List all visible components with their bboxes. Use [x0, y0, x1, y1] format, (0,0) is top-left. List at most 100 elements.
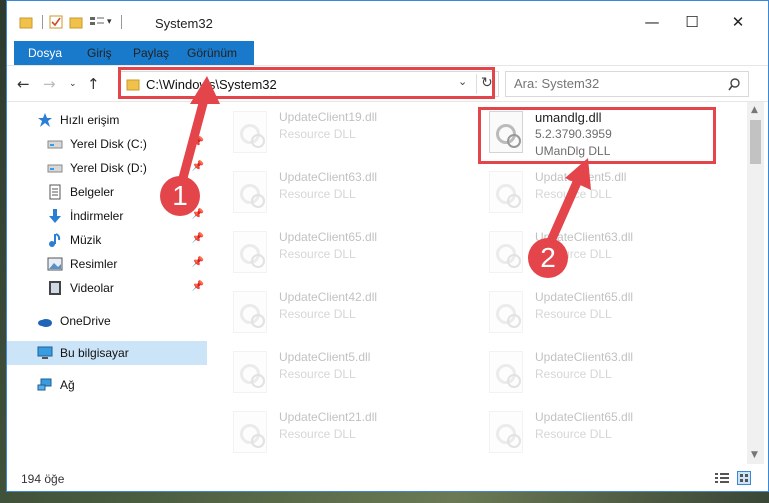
file-name: UpdateClient42.dll	[279, 290, 378, 304]
toolbar-divider	[114, 15, 122, 29]
sidebar-item-quick-access[interactable]: Hızlı erişim	[7, 108, 207, 132]
file-name: UpdateClient5.dll	[535, 170, 627, 184]
file-item[interactable]: UpdateClient63.dll Resource DLL	[483, 222, 723, 282]
star-icon	[38, 113, 52, 127]
sidebar-item-this-pc[interactable]: Bu bilgisayar	[7, 341, 207, 365]
file-item[interactable]: UpdateClient42.dll Resource DLL	[227, 282, 467, 342]
dll-file-icon	[233, 231, 267, 273]
sidebar-item-videos[interactable]: Videolar 📌	[7, 276, 207, 300]
file-name: UpdateClient5.dll	[279, 350, 371, 364]
sidebar-item-label: Müzik	[70, 233, 102, 247]
file-type: Resource DLL	[279, 127, 356, 141]
tab-home[interactable]: Giriş	[77, 41, 122, 65]
sidebar-item-label: Hızlı erişim	[60, 113, 120, 127]
properties-icon[interactable]	[49, 15, 63, 29]
up-icon[interactable]: ↑	[87, 75, 100, 93]
step-badge-1: 1	[160, 176, 200, 216]
large-icons-view-icon[interactable]	[737, 471, 751, 485]
address-highlight-box	[118, 67, 495, 99]
new-folder-icon[interactable]	[69, 15, 83, 29]
drive-icon	[47, 140, 63, 149]
pin-icon: 📌	[191, 257, 204, 268]
dll-file-icon	[489, 411, 523, 453]
sidebar-item-local-disk-c[interactable]: Yerel Disk (C:) 📌	[7, 132, 207, 156]
search-box[interactable]	[505, 71, 749, 97]
quick-access-toolbar: ▾	[19, 14, 128, 30]
dll-file-icon	[489, 351, 523, 393]
sidebar-item-label: Belgeler	[70, 185, 115, 199]
file-name: UpdateClient63.dll	[279, 170, 378, 184]
file-item[interactable]: UpdateClient5.dll Resource DLL	[227, 342, 467, 402]
pin-icon: 📌	[191, 281, 204, 292]
videos-icon	[49, 281, 61, 295]
sidebar-item-label: Yerel Disk (D:)	[70, 161, 147, 175]
file-item[interactable]: UpdateClient65.dll Resource DLL	[227, 222, 467, 282]
search-input[interactable]	[514, 76, 714, 91]
pin-icon: 📌	[191, 233, 204, 244]
file-type: Resource DLL	[535, 307, 612, 321]
file-item[interactable]: UpdateClient65.dll Resource DLL	[483, 402, 723, 462]
drive-icon	[47, 164, 63, 173]
scrollbar-thumb[interactable]	[750, 120, 761, 164]
vertical-scrollbar[interactable]: ▲ ▼	[747, 102, 764, 464]
sidebar-item-label: İndirmeler	[70, 209, 124, 223]
file-type: Resource DLL	[535, 367, 612, 381]
view-icon[interactable]	[89, 15, 105, 29]
computer-icon	[37, 346, 53, 359]
music-icon	[49, 233, 61, 247]
search-icon[interactable]	[728, 78, 741, 91]
customize-dropdown-icon[interactable]: ▾	[107, 17, 112, 27]
file-type: Resource DLL	[535, 427, 612, 441]
scroll-down-icon[interactable]: ▼	[751, 450, 758, 460]
details-view-icon[interactable]	[715, 472, 729, 484]
file-type: Resource DLL	[279, 187, 356, 201]
network-icon	[37, 378, 52, 391]
file-name: UpdateClient65.dll	[535, 290, 634, 304]
tab-share[interactable]: Paylaş	[123, 41, 179, 65]
forward-icon[interactable]: →	[43, 75, 56, 93]
file-item[interactable]: UpdateClient19.dll Resource DLL	[227, 102, 467, 162]
sidebar-item-label: Bu bilgisayar	[60, 346, 129, 360]
file-item[interactable]: UpdateClient63.dll Resource DLL	[227, 162, 467, 222]
sidebar-item-label: Ağ	[60, 378, 75, 392]
dll-file-icon	[489, 171, 523, 213]
minimize-icon[interactable]: —	[637, 11, 667, 33]
file-name: UpdateClient63.dll	[535, 350, 634, 364]
recent-locations-icon[interactable]: ⌄	[69, 79, 77, 89]
title-bar: ▾ System32 — ☐ ✕	[7, 1, 768, 41]
scroll-up-icon[interactable]: ▲	[751, 105, 758, 115]
pin-icon: 📌	[191, 137, 204, 148]
dll-file-icon	[233, 291, 267, 333]
dll-file-icon	[489, 231, 523, 273]
navigation-pane: Hızlı erişim Yerel Disk (C:) 📌 Yerel Dis…	[7, 102, 207, 464]
file-name: UpdateClient65.dll	[279, 230, 378, 244]
ribbon-tabs: Dosya Giriş Paylaş Görünüm	[7, 41, 768, 101]
file-name: UpdateClient65.dll	[535, 410, 634, 424]
sidebar-item-music[interactable]: Müzik 📌	[7, 228, 207, 252]
file-item[interactable]: UpdateClient63.dll Resource DLL	[483, 342, 723, 402]
file-name: UpdateClient19.dll	[279, 110, 378, 124]
file-type: Resource DLL	[279, 367, 356, 381]
status-bar: 194 öğe	[7, 464, 768, 491]
folder-icon[interactable]	[19, 15, 33, 29]
sidebar-item-network[interactable]: Ağ	[7, 373, 207, 397]
toolbar-divider	[35, 15, 43, 29]
back-icon[interactable]: ←	[17, 75, 30, 93]
maximize-icon[interactable]: ☐	[677, 11, 707, 33]
pictures-icon	[47, 257, 63, 271]
file-type: Resource DLL	[535, 187, 612, 201]
sidebar-item-label: Yerel Disk (C:)	[70, 137, 147, 151]
sidebar-item-pictures[interactable]: Resimler 📌	[7, 252, 207, 276]
file-item[interactable]: UpdateClient5.dll Resource DLL	[483, 162, 723, 222]
dll-file-icon	[233, 351, 267, 393]
file-type: Resource DLL	[279, 307, 356, 321]
tab-view[interactable]: Görünüm	[177, 41, 247, 65]
sidebar-item-onedrive[interactable]: OneDrive	[7, 309, 207, 333]
file-name: UpdateClient21.dll	[279, 410, 378, 424]
file-item[interactable]: UpdateClient65.dll Resource DLL	[483, 282, 723, 342]
file-item[interactable]: UpdateClient21.dll Resource DLL	[227, 402, 467, 462]
close-icon[interactable]: ✕	[723, 11, 753, 33]
dll-file-icon	[489, 291, 523, 333]
file-type: Resource DLL	[279, 427, 356, 441]
item-count: 194 öğe	[21, 472, 65, 486]
